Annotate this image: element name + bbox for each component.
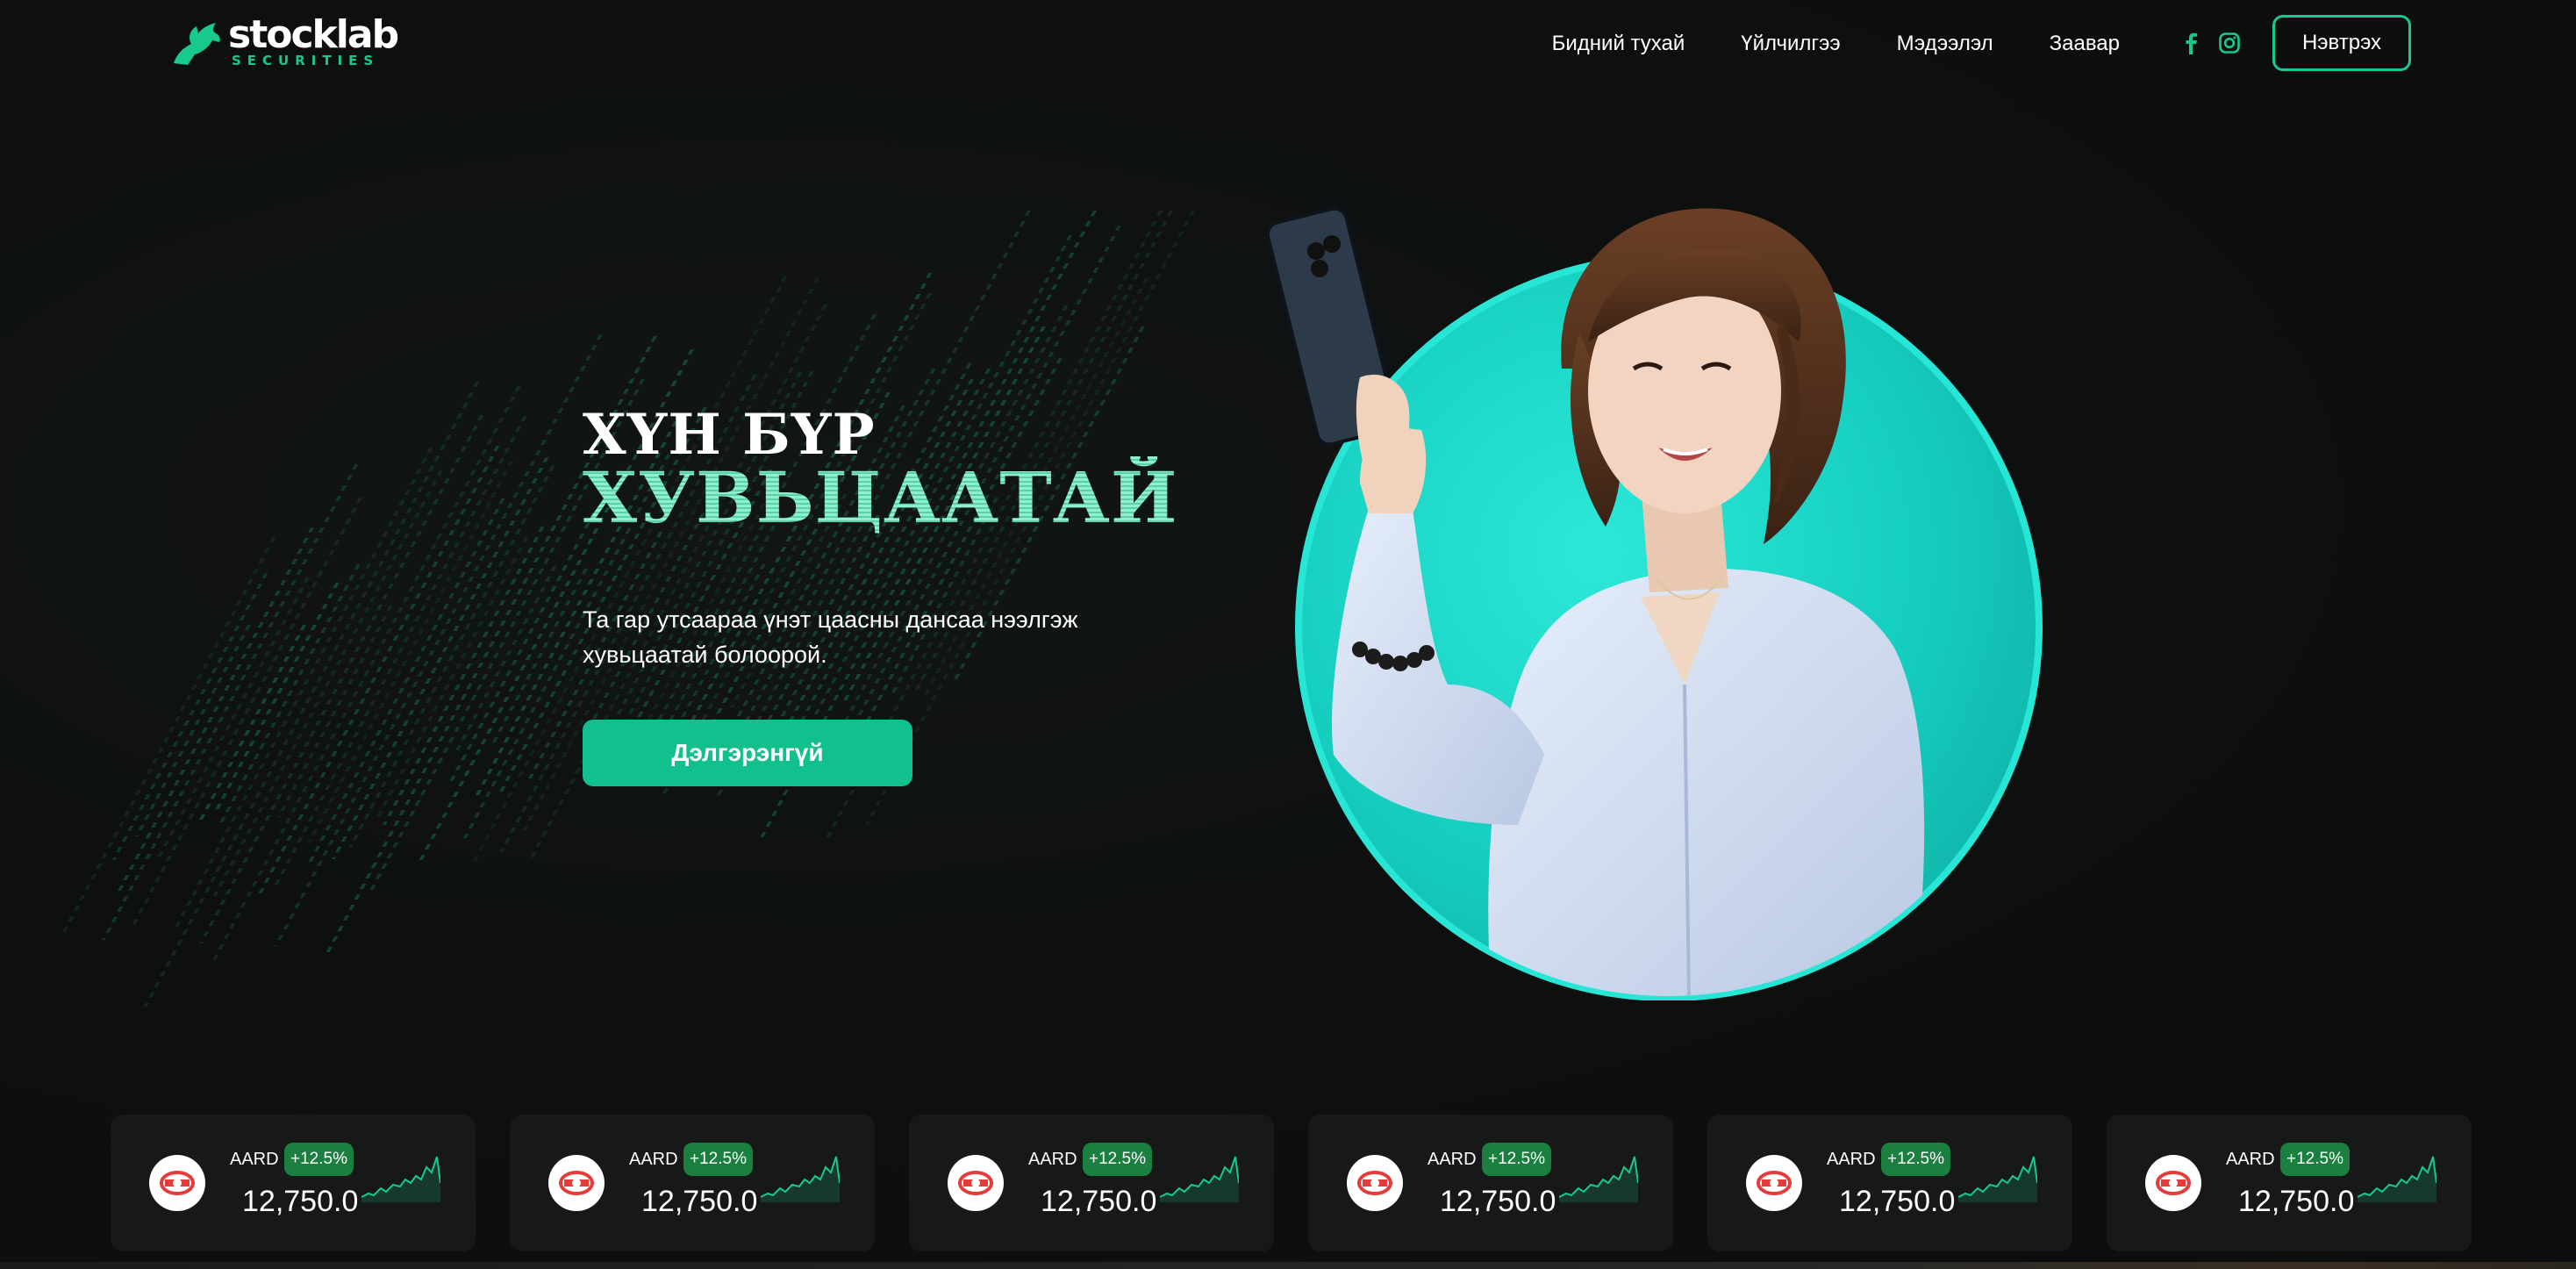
matrix-column bbox=[134, 625, 251, 837]
company-logo-icon bbox=[548, 1155, 605, 1211]
stock-price: 12,750.0 bbox=[1440, 1185, 1556, 1218]
nav-item-guide[interactable]: Заавар bbox=[2050, 32, 2120, 56]
matrix-column bbox=[857, 357, 1063, 736]
instagram-icon[interactable] bbox=[2218, 31, 2241, 55]
hero-headline-line2: ХУВЬЦААТАЙ bbox=[583, 456, 1178, 539]
stock-card[interactable]: AARD +12.5% 12,750.0 bbox=[1707, 1115, 2072, 1251]
stock-price: 12,750.0 bbox=[1839, 1185, 1956, 1218]
stock-change-badge: +12.5% bbox=[2280, 1143, 2350, 1176]
stock-symbol: AARD bbox=[629, 1150, 678, 1169]
stock-price: 12,750.0 bbox=[1041, 1185, 1157, 1218]
main-nav: Бидний тухай Үйлчилгээ Мэдээлэл Заавар bbox=[1552, 26, 2120, 61]
stock-symbol: AARD bbox=[1827, 1150, 1876, 1169]
site-header: stocklab SECURITIES Бидний тухай Үйлчилг… bbox=[0, 0, 2576, 88]
brand-logo[interactable]: stocklab SECURITIES bbox=[168, 12, 399, 68]
stock-price: 12,750.0 bbox=[242, 1185, 359, 1218]
stock-card[interactable]: AARD +12.5% 12,750.0 bbox=[2107, 1115, 2472, 1251]
matrix-background bbox=[28, 211, 1244, 1007]
hero-subtext: Та гар утсаараа үнэт цаасны дансаа нээлг… bbox=[583, 606, 1078, 668]
learn-more-button[interactable]: Дэлгэрэнгүй bbox=[583, 720, 912, 786]
company-logo-icon bbox=[2145, 1155, 2201, 1211]
stock-price: 12,750.0 bbox=[2238, 1185, 2355, 1218]
sparkline-icon bbox=[361, 1156, 440, 1202]
stock-change-badge: +12.5% bbox=[1083, 1143, 1152, 1176]
company-logo-icon bbox=[149, 1155, 205, 1211]
stock-symbol: AARD bbox=[1428, 1150, 1477, 1169]
hero-image bbox=[1265, 206, 2043, 1000]
sparkline-icon bbox=[1559, 1156, 1638, 1202]
bottom-edge bbox=[0, 1262, 2576, 1269]
brand-tagline: SECURITIES bbox=[232, 53, 380, 68]
stock-card[interactable]: AARD +12.5% 12,750.0 bbox=[1308, 1115, 1673, 1251]
social-links bbox=[2179, 28, 2241, 58]
matrix-column bbox=[173, 448, 433, 930]
stock-symbol: AARD bbox=[230, 1150, 279, 1169]
sparkline-icon bbox=[1958, 1156, 2037, 1202]
facebook-icon[interactable] bbox=[2179, 31, 2202, 55]
matrix-column bbox=[212, 470, 443, 896]
matrix-column bbox=[274, 334, 603, 947]
stock-card[interactable]: AARD +12.5% 12,750.0 bbox=[909, 1115, 1274, 1251]
stock-change-badge: +12.5% bbox=[284, 1143, 354, 1176]
company-logo-icon bbox=[1746, 1155, 1802, 1211]
company-logo-icon bbox=[1347, 1155, 1403, 1211]
matrix-column bbox=[348, 465, 555, 848]
stock-symbol: AARD bbox=[2226, 1150, 2275, 1169]
nav-item-news[interactable]: Мэдээлэл bbox=[1897, 32, 1993, 56]
matrix-column bbox=[276, 606, 393, 818]
matrix-column bbox=[129, 498, 362, 929]
stock-card[interactable]: AARD +12.5% 12,750.0 bbox=[510, 1115, 875, 1251]
nav-item-about[interactable]: Бидний тухай bbox=[1552, 32, 1685, 56]
stock-change-badge: +12.5% bbox=[683, 1143, 753, 1176]
stock-change-badge: +12.5% bbox=[1482, 1143, 1551, 1176]
stock-change-badge: +12.5% bbox=[1881, 1143, 1950, 1176]
brand-name: stocklab bbox=[228, 12, 399, 57]
stock-ticker: AARD +12.5% 12,750.0 AARD +12.5% 12,750.… bbox=[111, 1115, 2472, 1251]
nav-item-services[interactable]: Үйлчилгээ bbox=[1741, 32, 1840, 56]
sparkline-icon bbox=[2358, 1156, 2436, 1202]
sparkline-icon bbox=[1160, 1156, 1239, 1202]
company-logo-icon bbox=[948, 1155, 1004, 1211]
landing-page: stocklab SECURITIES Бидний тухай Үйлчилг… bbox=[0, 0, 2576, 1269]
matrix-column bbox=[117, 527, 314, 891]
stock-price: 12,750.0 bbox=[641, 1185, 758, 1218]
stock-symbol: AARD bbox=[1028, 1150, 1077, 1169]
login-button[interactable]: Нэвтрэх bbox=[2272, 15, 2411, 71]
stock-card[interactable]: AARD +12.5% 12,750.0 bbox=[111, 1115, 476, 1251]
sparkline-icon bbox=[761, 1156, 840, 1202]
bull-logo-icon bbox=[174, 23, 220, 65]
